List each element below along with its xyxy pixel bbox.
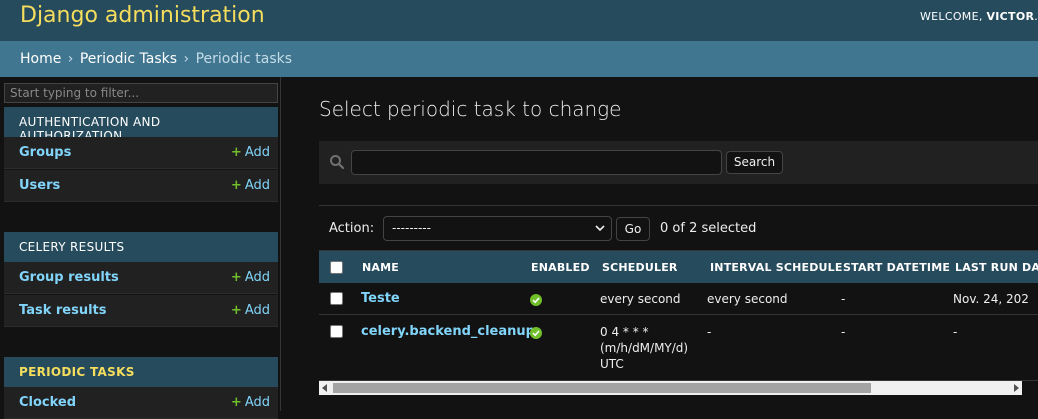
table-row: Teste every second every second - Nov. 2… [319,283,1038,315]
column-header-last-run[interactable]: LAST RUN DA [955,261,1038,274]
action-counter: 0 of 2 selected [660,221,757,236]
column-header-scheduler: SCHEDULER [602,261,678,274]
scroll-right-arrow-icon[interactable] [1012,384,1020,392]
last-run-cell: - [953,325,958,339]
start-datetime-cell: - [841,325,846,339]
check-circle-icon [530,294,542,306]
scheduler-cell-line: UTC [600,357,624,371]
app-auth-caption[interactable]: AUTHENTICATION AND AUTHORIZATION [4,107,278,143]
add-clocked-link[interactable]: + Add [231,395,270,410]
model-link-task-results[interactable]: Task results [19,303,107,318]
app-celery-results-caption[interactable]: CELERY RESULTS [4,232,278,262]
add-label: Add [244,270,270,285]
search-input[interactable] [351,150,722,175]
scheduler-cell-line: 0 4 * * * [600,325,649,339]
search-icon [330,155,345,170]
nav-filter-input[interactable]: Start typing to filter... [4,83,278,103]
select-all-checkbox[interactable] [330,261,343,274]
user-tools-trailing[interactable]: . V [1034,10,1038,23]
action-select[interactable]: --------- [383,216,612,241]
horizontal-scrollbar[interactable] [319,381,1022,395]
add-label: Add [244,395,270,410]
search-toolbar: Search [319,141,1038,184]
scrollbar-thumb[interactable] [333,383,871,393]
column-header-enabled[interactable]: ENABLED [531,261,590,274]
breadcrumb-periodic-tasks-app[interactable]: Periodic Tasks [80,51,177,67]
table-row: celery.backend_cleanup 0 4 * * * (m/h/dM… [319,316,1038,381]
task-name-link[interactable]: Teste [361,291,400,306]
column-header-name[interactable]: NAME [362,261,399,274]
result-list-table: NAME ENABLED SCHEDULER INTERVAL SCHEDULE… [319,250,1038,381]
username: VICTOR [986,10,1035,23]
actions-bar: Action: --------- Go 0 of 2 selected [319,205,1038,250]
add-group-results-link[interactable]: + Add [231,270,270,285]
add-groups-link[interactable]: + Add [231,145,270,160]
table-header-row: NAME ENABLED SCHEDULER INTERVAL SCHEDULE… [319,250,1038,283]
user-tools: WELCOME, VICTOR. V [920,10,1038,23]
breadcrumb: Home › Periodic Tasks › Periodic tasks [0,41,1038,77]
interval-cell: - [707,325,712,339]
search-button[interactable]: Search [726,151,783,174]
model-link-group-results[interactable]: Group results [19,270,119,285]
plus-icon: + [230,178,242,193]
add-label: Add [244,303,270,318]
start-datetime-cell: - [841,292,846,306]
breadcrumb-separator: › [67,51,74,67]
action-label: Action: [329,221,375,236]
column-header-start[interactable]: START DATETIME [843,261,950,274]
row-checkbox[interactable] [330,325,343,338]
task-name-link[interactable]: celery.backend_cleanup [361,324,535,339]
column-header-interval[interactable]: INTERVAL SCHEDULE [710,261,843,274]
plus-icon: + [230,145,242,160]
plus-icon: + [230,395,242,410]
nav-sidebar: Start typing to filter... AUTHENTICATION… [0,77,281,419]
add-task-results-link[interactable]: + Add [231,303,270,318]
interval-cell: every second [707,292,788,306]
go-button[interactable]: Go [616,217,650,241]
welcome-text: WELCOME, [920,10,983,23]
plus-icon: + [230,303,242,318]
add-label: Add [244,178,270,193]
main-content: Select periodic task to change Search Ac… [281,77,1038,411]
action-select-value: --------- [392,221,431,235]
app-periodic-tasks-caption[interactable]: PERIODIC TASKS [4,357,278,387]
site-branding[interactable]: Django administration [20,3,265,28]
plus-icon: + [230,270,242,285]
model-link-users[interactable]: Users [19,178,60,193]
sidebar-item-users[interactable]: Users + Add [4,170,278,202]
breadcrumb-separator: › [183,51,190,67]
page-title: Select periodic task to change [319,97,622,121]
sidebar-item-group-results[interactable]: Group results + Add [4,262,278,294]
sidebar-item-groups[interactable]: Groups + Add [4,137,278,169]
chevron-down-icon [595,225,605,232]
model-link-groups[interactable]: Groups [19,145,71,160]
header: Django administration WELCOME, VICTOR. V [0,0,1038,41]
model-link-clocked[interactable]: Clocked [19,395,76,410]
breadcrumb-home[interactable]: Home [20,51,61,67]
scroll-left-arrow-icon[interactable] [321,384,329,392]
sidebar-item-clocked[interactable]: Clocked + Add [4,387,278,419]
sidebar-item-task-results[interactable]: Task results + Add [4,295,278,327]
add-users-link[interactable]: + Add [231,178,270,193]
scheduler-cell: every second [600,292,681,306]
add-label: Add [244,145,270,160]
breadcrumb-current: Periodic tasks [195,51,293,67]
last-run-cell: Nov. 24, 202 [953,292,1029,306]
scheduler-cell-line: (m/h/dM/MY/d) [600,341,689,355]
check-circle-icon [530,327,542,339]
row-checkbox[interactable] [330,292,343,305]
